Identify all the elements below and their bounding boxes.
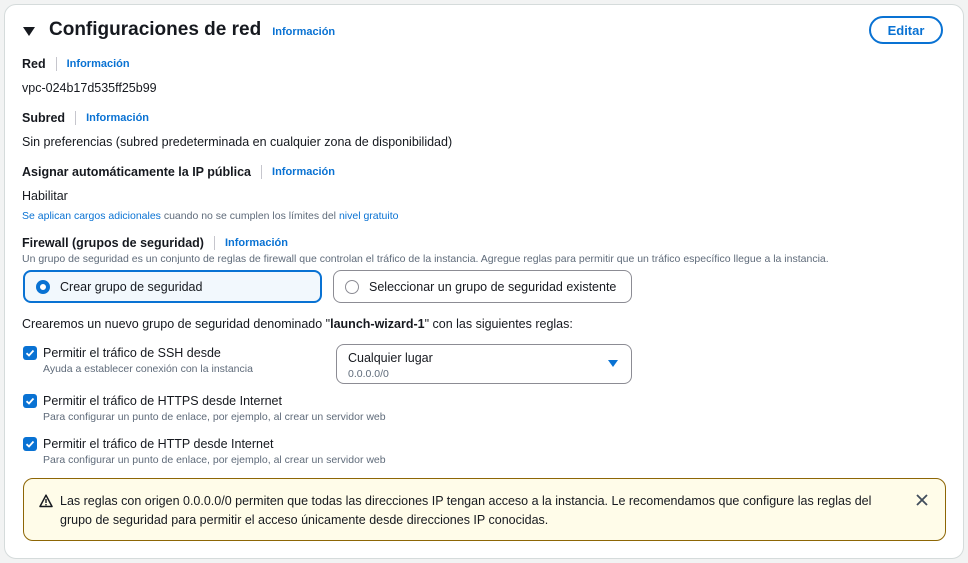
additional-charges-link[interactable]: Se aplican cargos adicionales [22, 210, 161, 222]
divider [75, 111, 77, 125]
summary-prefix: Crearemos un nuevo grupo de seguridad de… [22, 317, 331, 331]
create-security-group-option[interactable]: Crear grupo de seguridad [23, 270, 322, 303]
section-title: Configuraciones de red [49, 19, 262, 40]
collapse-caret-icon[interactable] [23, 26, 35, 36]
warning-alert: Las reglas con origen 0.0.0.0/0 permiten… [23, 478, 946, 541]
network-settings-panel: Configuraciones de red Información Edita… [4, 4, 964, 559]
select-existing-group-option[interactable]: Seleccionar un grupo de seguridad existe… [333, 270, 632, 303]
section-header: Configuraciones de red Información [23, 19, 335, 41]
summary-suffix: " con las siguientes reglas: [424, 317, 573, 331]
select-existing-group-label: Seleccionar un grupo de seguridad existe… [369, 279, 617, 294]
section-info-link[interactable]: Información [272, 26, 335, 38]
subnet-value: Sin preferencias (subred predeterminada … [22, 135, 453, 149]
free-tier-link[interactable]: nivel gratuito [339, 210, 399, 222]
ssh-rule: Permitir el tráfico de SSH desde Ayuda a… [43, 346, 253, 375]
firewall-description: Un grupo de seguridad es un conjunto de … [22, 253, 829, 265]
https-rule: Permitir el tráfico de HTTPS desde Inter… [43, 394, 386, 423]
network-label: Red [22, 57, 46, 71]
close-icon[interactable] [915, 493, 929, 507]
network-info-link[interactable]: Información [67, 58, 130, 70]
security-group-name: launch-wizard-1 [330, 317, 425, 331]
subnet-info-link[interactable]: Información [86, 112, 149, 124]
ssh-rule-title: Permitir el tráfico de SSH desde [43, 346, 221, 360]
public-ip-label: Asignar automáticamente la IP pública [22, 165, 252, 179]
https-rule-checkbox[interactable] [23, 394, 37, 408]
ssh-source-value: Cualquier lugar [348, 351, 433, 365]
firewall-info-link[interactable]: Información [225, 237, 288, 249]
subnet-label: Subred [22, 111, 66, 125]
edit-button[interactable]: Editar [869, 16, 943, 44]
firewall-field: Firewall (grupos de seguridad) Informaci… [22, 236, 829, 265]
radio-unselected-icon[interactable] [345, 279, 359, 294]
charges-note-text: cuando no se cumplen los límites del [160, 210, 339, 222]
checkmark-icon [25, 349, 35, 357]
network-value: vpc-024b17d535ff25b99 [22, 81, 157, 95]
divider [55, 57, 57, 71]
dropdown-caret-icon [608, 360, 618, 367]
subnet-field: Subred Información Sin preferencias (sub… [22, 111, 452, 149]
checkmark-icon [25, 440, 35, 448]
public-ip-field: Asignar automáticamente la IP pública In… [22, 165, 398, 222]
warning-message: Las reglas con origen 0.0.0.0/0 permiten… [60, 494, 872, 527]
divider [261, 165, 263, 179]
ssh-source-cidr: 0.0.0.0/0 [348, 368, 389, 380]
network-field: Red Información vpc-024b17d535ff25b99 [22, 57, 157, 95]
https-rule-description: Para configurar un punto de enlace, por … [43, 411, 386, 423]
warning-icon [39, 494, 53, 508]
http-rule-checkbox[interactable] [23, 437, 37, 451]
charges-note: Se aplican cargos adicionales cuando no … [22, 210, 398, 222]
ssh-source-select[interactable]: Cualquier lugar 0.0.0.0/0 [336, 344, 632, 384]
http-rule: Permitir el tráfico de HTTP desde Intern… [43, 437, 386, 466]
divider [213, 236, 215, 250]
ssh-rule-checkbox[interactable] [23, 346, 37, 360]
radio-selected-icon[interactable] [36, 279, 50, 294]
public-ip-value: Habilitar [22, 189, 68, 203]
https-rule-title: Permitir el tráfico de HTTPS desde Inter… [43, 394, 282, 408]
http-rule-description: Para configurar un punto de enlace, por … [43, 454, 386, 466]
create-security-group-label: Crear grupo de seguridad [60, 279, 203, 294]
http-rule-title: Permitir el tráfico de HTTP desde Intern… [43, 437, 274, 451]
ssh-rule-description: Ayuda a establecer conexión con la insta… [43, 363, 253, 375]
checkmark-icon [25, 397, 35, 405]
security-group-summary: Crearemos un nuevo grupo de seguridad de… [22, 317, 573, 331]
public-ip-info-link[interactable]: Información [272, 166, 335, 178]
firewall-label: Firewall (grupos de seguridad) [22, 236, 204, 250]
